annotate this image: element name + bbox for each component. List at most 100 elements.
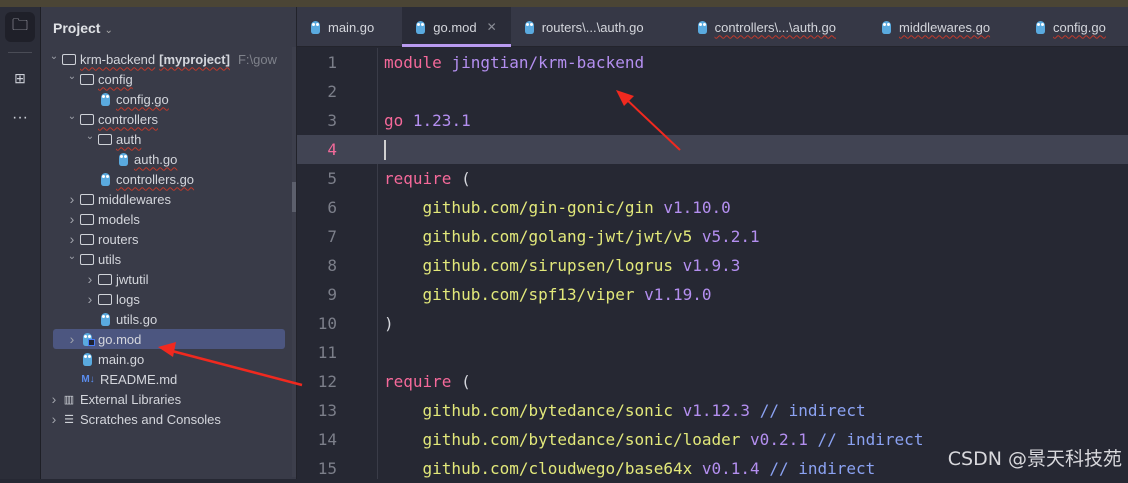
project-view-selector[interactable]: Project ⌄ [53,20,113,36]
chevron-right-icon[interactable]: › [83,271,97,287]
tree-item-label: controllers [98,111,158,127]
tree-item[interactable]: controllers.go [41,169,296,189]
chevron-down-icon[interactable]: ⌄ [65,111,79,122]
code-text: module jingtian/krm-backend [384,53,644,72]
tree-item[interactable]: › ▥ External Libraries [41,389,296,409]
folder-shape [98,273,112,285]
tree-item[interactable]: ⌄ config [41,69,296,89]
scrollbar[interactable] [292,47,296,477]
chevron-down-icon[interactable]: ⌄ [47,51,61,62]
line-number: 14 [317,430,337,449]
folder-icon [97,292,113,306]
token-pkg: github.com/gin-gonic/gin [422,198,664,217]
chevron-down-icon[interactable]: ⌄ [65,251,79,262]
tab-label: config.go [1053,19,1106,35]
chevron-right-icon[interactable]: › [65,231,79,247]
tree-item[interactable]: utils.go [41,309,296,329]
tree-item[interactable]: › middlewares [41,189,296,209]
tree-item-label: utils [98,251,122,267]
code-line: 3 go 1.23.1 [297,106,1128,135]
tree-item[interactable]: auth.go [41,149,296,169]
line-number: 10 [317,314,337,333]
tree-item-label: config [98,71,133,87]
tab-main-go[interactable]: main.go [297,7,402,47]
token-ver: v0.1.4 [701,459,770,478]
tree-item[interactable]: › routers [41,229,296,249]
gopher-shape [118,152,128,166]
chevron-right-icon[interactable]: › [65,331,79,347]
tree-item[interactable]: ⌄ utils [41,249,296,269]
code-text: github.com/bytedance/sonic/loader v0.2.1… [384,430,924,449]
code-line: 5 require ( [297,164,1128,193]
md-icon: M↓ [81,373,95,385]
tab-routers-auth-go[interactable]: routers\...\auth.go [511,7,684,47]
line-number: 6 [327,198,337,217]
code-line: 13 github.com/bytedance/sonic v1.12.3 //… [297,396,1128,425]
scrollbar-thumb[interactable] [292,182,296,212]
folder-icon [97,272,113,286]
project-name: [myproject] [159,51,230,67]
token-pl: ( [461,169,471,188]
editor-tabs: main.go go.mod ✕ routers\...\auth.go control… [297,7,1128,47]
chevron-right-icon[interactable]: › [47,391,61,407]
code-line: 10) [297,309,1128,338]
folder-shape [80,213,94,225]
chevron-right-icon[interactable]: › [65,191,79,207]
folder-shape [80,233,94,245]
tab-label: controllers\...\auth.go [714,19,836,35]
chevron-down-icon[interactable]: ⌄ [83,131,97,142]
gopher-shape [100,312,110,326]
code-line: 2 [297,77,1128,106]
tree-item-label: config.go [116,91,169,107]
tree-item-label: middlewares [98,191,171,207]
tree-item[interactable]: config.go [41,89,296,109]
tree-item[interactable]: › models [41,209,296,229]
folder-shape [80,73,94,85]
tree-item[interactable]: › jwtutil [41,269,296,289]
project-folder-icon[interactable]: 🗀 [5,12,35,42]
tree-item[interactable]: M↓ README.md [41,369,296,389]
tree-item[interactable]: › go.mod [53,329,285,349]
token-ver: v5.2.1 [701,227,760,246]
tree-item[interactable]: › logs [41,289,296,309]
tree-item[interactable]: ⌄ auth [41,129,296,149]
tab-controllers-auth-go[interactable]: controllers\...\auth.go [684,7,868,47]
line-number: 9 [327,285,337,304]
line-number: 4 [327,140,337,159]
chevron-right-icon[interactable]: › [65,211,79,227]
chevron-right-icon[interactable]: › [83,291,97,307]
gopher-icon [697,20,707,34]
tree-item[interactable]: ⌄ krm-backend [myproject] F:\gow [41,49,296,69]
structure-icon[interactable]: ⊞ [5,63,35,93]
chevron-down-icon: ⌄ [104,25,113,36]
code-text: go 1.23.1 [384,111,471,130]
tree-item[interactable]: main.go [41,349,296,369]
tree-item[interactable]: › ☰ Scratches and Consoles [41,409,296,429]
tree-item[interactable]: ⌄ controllers [41,109,296,129]
folder-shape [80,113,94,125]
code-line: 1 module jingtian/krm-backend [297,48,1128,77]
tab-config-go[interactable]: config.go [1022,7,1128,47]
close-icon[interactable]: ✕ [487,20,497,34]
tab-go-mod[interactable]: go.mod ✕ [402,7,512,47]
tree-item-label: Scratches and Consoles [80,411,221,427]
mod-badge [87,338,95,346]
token-ver: v1.12.3 [682,401,760,420]
chevron-down-icon[interactable]: ⌄ [65,71,79,82]
code-line: 12 require ( [297,367,1128,396]
line-number: 13 [317,401,337,420]
chevron-right-icon[interactable]: › [47,411,61,427]
line-number: 11 [317,343,337,362]
tab-middlewares-go[interactable]: middlewares.go [868,7,1022,47]
tab-label: main.go [328,19,375,35]
code-editor[interactable]: 1 module jingtian/krm-backend 2 3 go 1.23.1 4… [297,48,1128,479]
folder-shape [98,133,112,145]
more-icon[interactable]: ··· [5,103,35,133]
text-caret [384,139,386,160]
tab-label: middlewares.go [899,19,991,35]
go-icon [97,92,113,106]
code-text: ) [384,314,394,333]
token-cm: // indirect [769,459,876,478]
code-text: require ( [384,169,471,188]
